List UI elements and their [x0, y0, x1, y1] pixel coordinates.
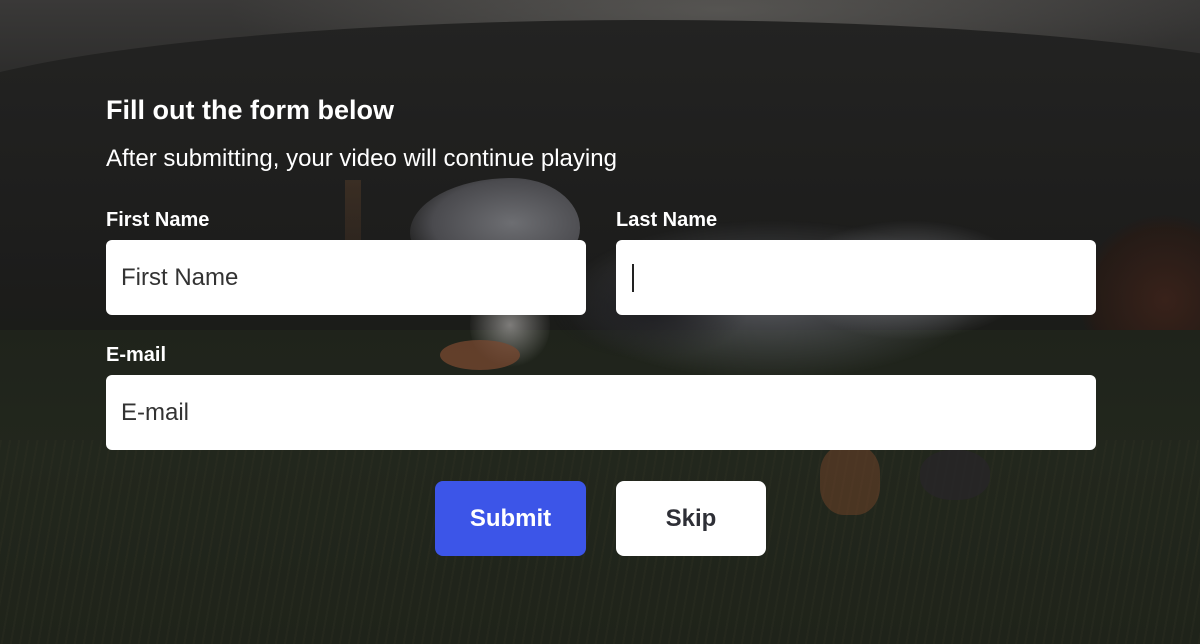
- text-cursor: [632, 264, 634, 292]
- dog-front-leg: [440, 340, 520, 370]
- dog-tail: [920, 450, 990, 500]
- grass-texture: [0, 440, 1200, 644]
- submit-button[interactable]: Submit: [435, 481, 586, 556]
- last-name-field: [616, 240, 1096, 315]
- email-label: E-mail: [106, 344, 167, 366]
- video-player: Fill out the form below After submitting…: [0, 0, 1200, 644]
- form-subtitle: After submitting, your video will contin…: [106, 145, 617, 172]
- last-name-label: Last Name: [616, 209, 718, 231]
- first-name-input[interactable]: [106, 240, 586, 315]
- form-title: Fill out the form below: [106, 95, 394, 125]
- dog-back-leg: [820, 445, 880, 515]
- skip-button[interactable]: Skip: [616, 481, 766, 556]
- first-name-label: First Name: [106, 209, 210, 231]
- email-input[interactable]: [106, 375, 1096, 450]
- last-name-input[interactable]: [616, 240, 1096, 315]
